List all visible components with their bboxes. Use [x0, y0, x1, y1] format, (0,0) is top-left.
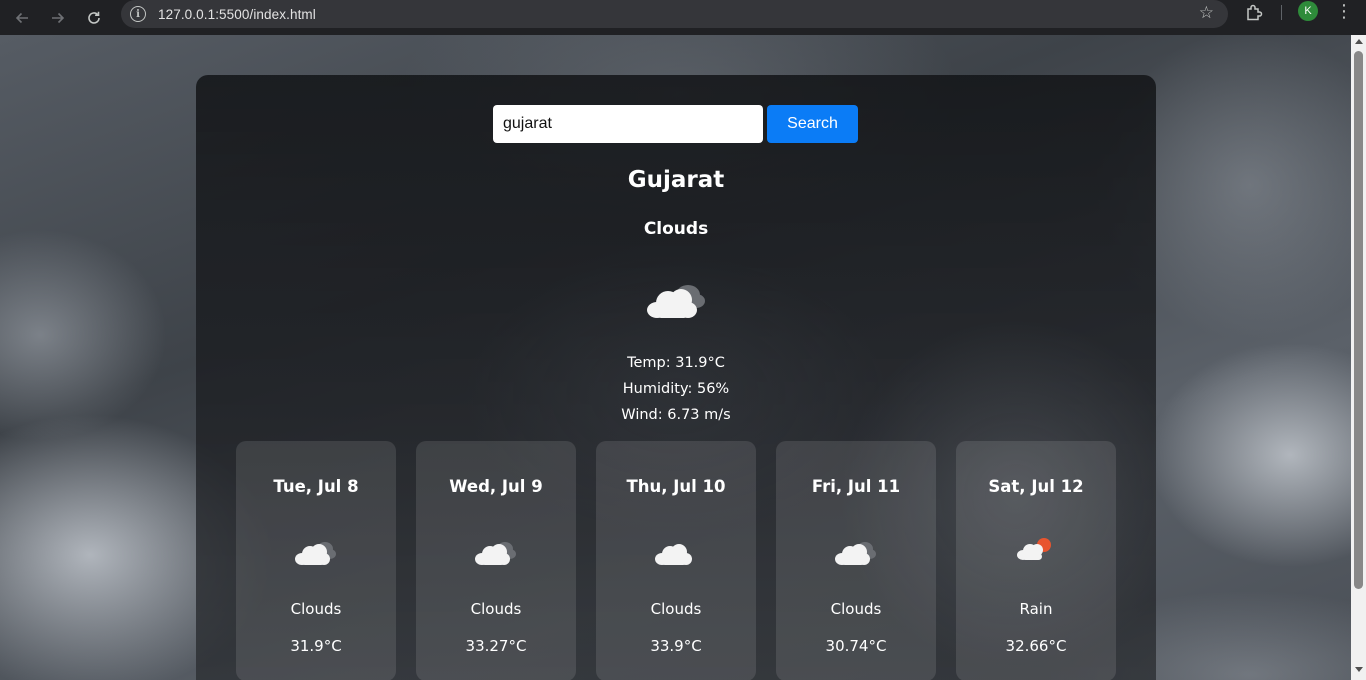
scroll-down-arrow-icon[interactable]: [1355, 667, 1363, 672]
wind-value: Wind: 6.73 m/s: [621, 407, 731, 423]
humidity-value: Humidity: 56%: [622, 381, 730, 397]
arrow-left-icon: [15, 12, 28, 23]
forecast-condition: Rain: [1019, 600, 1053, 618]
current-details: Temp: 31.9°C Humidity: 56% Wind: 6.73 m/…: [196, 350, 1156, 428]
forecast-card: Wed, Jul 9 Clouds 33.27°C: [416, 441, 576, 680]
page-scrollbar[interactable]: [1351, 35, 1366, 680]
arrow-right-icon: [52, 12, 65, 23]
forecast-temp: 32.66°C: [1005, 637, 1067, 655]
page-background: Search Gujarat Clouds Temp: 31.9°C Humid…: [0, 35, 1351, 680]
search-bar: Search: [493, 105, 858, 143]
bookmark-star-icon[interactable]: ☆: [1199, 3, 1214, 23]
clouds-icon: [295, 542, 336, 565]
forecast-date: Wed, Jul 9: [449, 477, 543, 496]
rain-icon: [1017, 538, 1051, 560]
clouds-icon: [647, 285, 705, 318]
forecast-date: Thu, Jul 10: [626, 477, 726, 496]
search-button[interactable]: Search: [767, 105, 858, 143]
scroll-up-arrow-icon[interactable]: [1355, 39, 1363, 44]
back-button[interactable]: [4, 6, 40, 30]
address-bar[interactable]: i 127.0.0.1:5500/index.html ☆: [121, 0, 1228, 28]
site-info-icon[interactable]: i: [130, 6, 146, 22]
forecast-condition: Clouds: [650, 600, 702, 618]
forecast-condition: Clouds: [830, 600, 882, 618]
forecast-temp: 31.9°C: [290, 637, 342, 655]
weather-card: Search Gujarat Clouds Temp: 31.9°C Humid…: [196, 75, 1156, 680]
extensions-icon[interactable]: [1243, 2, 1265, 24]
clouds-icon: [475, 542, 516, 565]
profile-avatar[interactable]: K: [1298, 1, 1318, 21]
current-condition: Clouds: [643, 219, 709, 239]
city-name: Gujarat: [627, 167, 725, 193]
forecast-temp: 33.27°C: [465, 637, 527, 655]
reload-icon: [88, 11, 100, 24]
forecast-condition: Clouds: [290, 600, 342, 618]
forecast-card: Sat, Jul 12 Rain 32.66°C: [956, 441, 1116, 680]
forecast-date: Sat, Jul 12: [988, 477, 1084, 496]
forecast-temp: 33.9°C: [650, 637, 702, 655]
clouds-icon: [835, 542, 876, 565]
forecast-date: Tue, Jul 8: [273, 477, 359, 496]
forecast-card: Thu, Jul 10 Clouds 33.9°C: [596, 441, 756, 680]
url-text: 127.0.0.1:5500/index.html: [158, 6, 316, 22]
forecast-card: Fri, Jul 11 Clouds 30.74°C: [776, 441, 936, 680]
browser-menu-icon[interactable]: ⋮: [1334, 2, 1354, 22]
forecast-date: Fri, Jul 11: [811, 477, 901, 496]
city-search-input[interactable]: [493, 105, 763, 143]
forecast-list: Tue, Jul 8 Clouds 31.9°C Wed, Jul 9 Clou…: [236, 441, 1116, 680]
forward-button[interactable]: [40, 6, 76, 30]
temp-value: Temp: 31.9°C: [627, 355, 725, 371]
scroll-thumb[interactable]: [1354, 51, 1363, 589]
forecast-card: Tue, Jul 8 Clouds 31.9°C: [236, 441, 396, 680]
reload-button[interactable]: [76, 6, 112, 30]
forecast-temp: 30.74°C: [825, 637, 887, 655]
browser-toolbar: i 127.0.0.1:5500/index.html ☆ K ⋮: [0, 0, 1366, 35]
toolbar-divider: [1281, 5, 1282, 20]
forecast-condition: Clouds: [470, 600, 522, 618]
clouds-icon: [655, 544, 692, 565]
